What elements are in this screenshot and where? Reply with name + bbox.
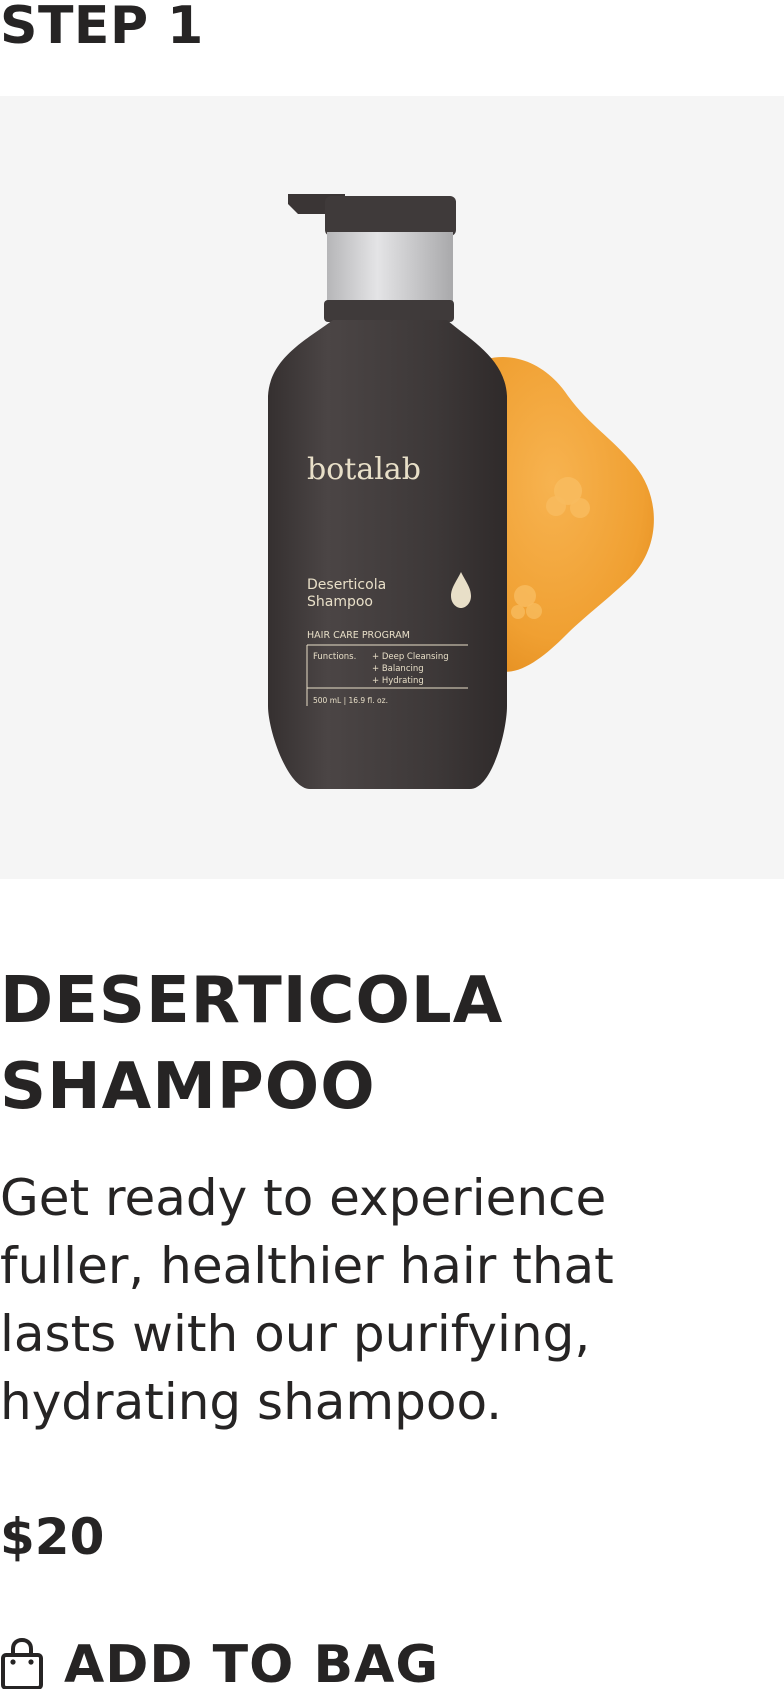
bottle-volume: 500 mL | 16.9 fl. oz.: [313, 696, 388, 705]
product-title: DESERTICOLA SHAMPOO: [0, 964, 504, 1124]
bottle-name-line1: Deserticola: [307, 577, 386, 593]
product-description: Get ready to experience fuller, healthie…: [0, 1169, 614, 1431]
bottle-brand: botalab: [307, 452, 421, 487]
product-image: botalab Deserticola Shampoo HAIR CARE PR…: [0, 96, 784, 879]
bottle-functions-heading: Functions.: [313, 652, 356, 662]
add-to-bag-button[interactable]: ADD TO BAG: [0, 1630, 439, 1689]
product-step-page: STEP 1 botalab Deserticola Shampoo HAIR …: [0, 0, 784, 1689]
bottle-function-3: + Hydrating: [372, 676, 424, 686]
add-to-bag-label: ADD TO BAG: [64, 1635, 440, 1689]
bottle-name-line2: Shampoo: [307, 594, 373, 610]
shopping-bag-icon: [0, 1637, 44, 1689]
product-price: $20: [0, 1508, 105, 1566]
step-label: STEP 1: [0, 0, 204, 56]
bottle-function-2: + Balancing: [372, 664, 424, 674]
bottle-program: HAIR CARE PROGRAM: [307, 630, 410, 641]
shampoo-bottle-illustration: botalab Deserticola Shampoo HAIR CARE PR…: [268, 194, 654, 789]
bottle-function-1: + Deep Cleansing: [372, 652, 449, 662]
